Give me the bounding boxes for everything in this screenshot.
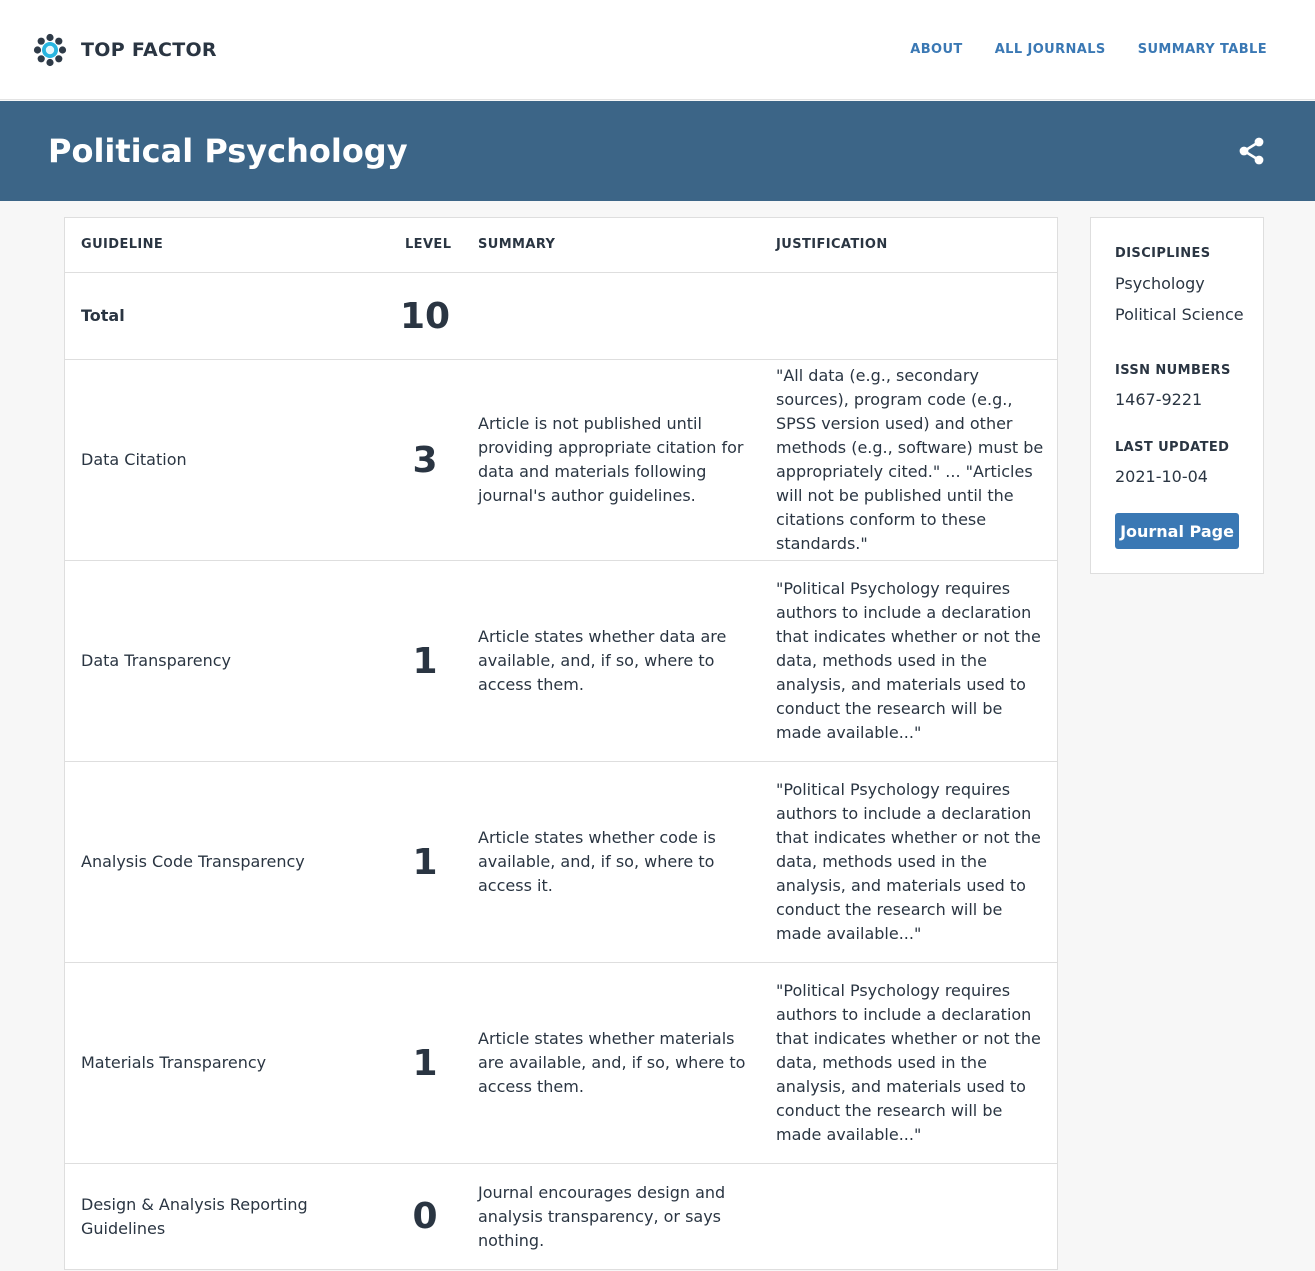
table-row: Materials Transparency 1 Article states … — [65, 963, 1057, 1164]
journal-page-button[interactable]: Journal Page — [1115, 513, 1239, 549]
guideline-name: Analysis Code Transparency — [81, 852, 305, 871]
total-score: 10 — [399, 295, 451, 337]
share-button[interactable] — [1236, 135, 1268, 167]
guideline-summary: Article states whether materials are ava… — [478, 1029, 746, 1096]
share-icon — [1239, 137, 1264, 165]
issn-value: 1467-9221 — [1115, 390, 1203, 409]
guideline-level: 1 — [412, 841, 438, 883]
guideline-justification — [776, 1164, 1044, 1269]
discipline-item: Psychology — [1115, 274, 1205, 293]
guideline-level: 3 — [412, 439, 438, 481]
table-row: Analysis Code Transparency 1 Article sta… — [65, 762, 1057, 963]
guideline-summary: Article states whether data are availabl… — [478, 627, 727, 694]
guideline-justification: "All data (e.g., secondary sources), pro… — [776, 366, 1044, 553]
last-updated-label: LAST UPDATED — [1115, 440, 1230, 455]
header-level: LEVEL — [405, 237, 452, 252]
guideline-summary: Article is not published until providing… — [478, 414, 744, 505]
table-row: Data Citation 3 Article is not published… — [65, 360, 1057, 561]
nav-all-journals-link[interactable]: ALL JOURNALS — [995, 41, 1106, 59]
nav-summary-table-link[interactable]: SUMMARY TABLE — [1138, 41, 1267, 59]
journal-info-card: DISCIPLINES Psychology Political Science… — [1090, 217, 1264, 574]
top-navbar: TOP FACTOR ABOUT ALL JOURNALS SUMMARY TA… — [0, 0, 1315, 100]
main-nav: ABOUT ALL JOURNALS SUMMARY TABLE — [910, 41, 1267, 59]
guideline-justification: "Political Psychology requires authors t… — [776, 579, 1041, 742]
guideline-justification: "Political Psychology requires authors t… — [776, 981, 1041, 1144]
header-summary: SUMMARY — [478, 237, 556, 252]
guideline-name: Design & Analysis Reporting Guidelines — [81, 1194, 308, 1238]
last-updated-value: 2021-10-04 — [1115, 467, 1208, 486]
guidelines-table: GUIDELINE LEVEL SUMMARY JUSTIFICATION To… — [64, 217, 1058, 1270]
discipline-item: Political Science — [1115, 305, 1244, 324]
table-row: Data Transparency 1 Article states wheth… — [65, 561, 1057, 762]
brand-home-link[interactable]: TOP FACTOR — [32, 32, 217, 68]
total-label: Total — [81, 306, 125, 325]
table-header-row: GUIDELINE LEVEL SUMMARY JUSTIFICATION — [65, 218, 1057, 273]
brand-name: TOP FACTOR — [81, 39, 217, 61]
nav-about-link[interactable]: ABOUT — [910, 41, 962, 59]
table-row-total: Total 10 — [65, 273, 1057, 360]
guideline-level: 1 — [412, 640, 438, 682]
guideline-name: Data Transparency — [81, 651, 232, 670]
top-factor-logo-icon — [33, 33, 67, 67]
guideline-summary: Article states whether code is available… — [478, 828, 716, 895]
guideline-level: 0 — [412, 1196, 438, 1237]
disciplines-label: DISCIPLINES — [1115, 246, 1211, 261]
page-title: Political Psychology — [48, 132, 408, 170]
table-row: Design & Analysis Reporting Guidelines 0… — [65, 1164, 1057, 1269]
header-justification: JUSTIFICATION — [776, 237, 888, 252]
guideline-name: Materials Transparency — [81, 1053, 267, 1072]
journal-header: Political Psychology — [0, 101, 1315, 201]
guideline-name: Data Citation — [81, 450, 187, 469]
issn-label: ISSN NUMBERS — [1115, 363, 1231, 378]
guideline-level: 1 — [412, 1042, 438, 1084]
header-guideline: GUIDELINE — [81, 237, 164, 252]
guideline-summary: Journal encourages design and analysis t… — [478, 1182, 726, 1250]
guideline-justification: "Political Psychology requires authors t… — [776, 780, 1041, 943]
